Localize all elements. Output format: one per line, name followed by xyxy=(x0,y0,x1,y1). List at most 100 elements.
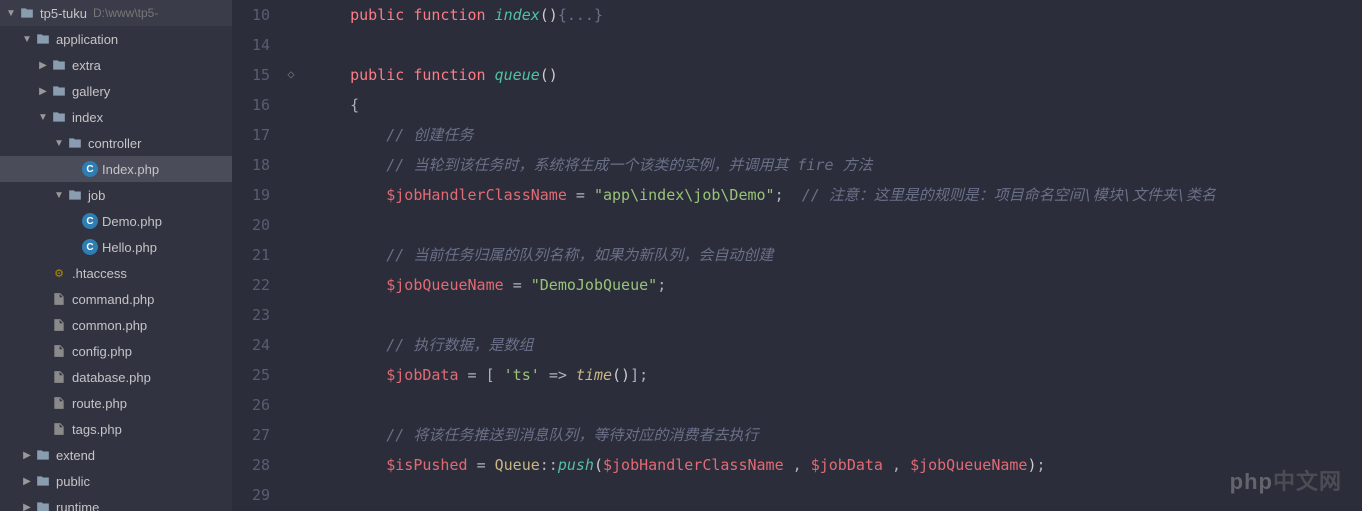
code-line[interactable]: // 将该任务推送到消息队列，等待对应的消费者去执行 xyxy=(314,420,1362,450)
folder-icon xyxy=(66,186,84,204)
code-line[interactable]: // 执行数据，是数组 xyxy=(314,330,1362,360)
chevron-down-icon[interactable] xyxy=(4,8,18,19)
tree-item-Hello-php[interactable]: C Hello.php xyxy=(0,234,232,260)
tree-item-gallery[interactable]: gallery xyxy=(0,78,232,104)
code-line[interactable]: public function queue() xyxy=(314,60,1362,90)
php-class-icon: C xyxy=(82,213,98,229)
tree-item-controller[interactable]: controller xyxy=(0,130,232,156)
file-icon xyxy=(50,316,68,334)
tree-root-path: D:\www\tp5- xyxy=(93,6,158,20)
tree-item-command-php[interactable]: command.php xyxy=(0,286,232,312)
tree-item-application[interactable]: application xyxy=(0,26,232,52)
line-number: 24 xyxy=(232,330,270,360)
tree-item-job[interactable]: job xyxy=(0,182,232,208)
tree-item-label: Index.php xyxy=(102,162,159,177)
tree-item-label: controller xyxy=(88,136,141,151)
folder-icon xyxy=(34,472,52,490)
tree-item-tags-php[interactable]: tags.php xyxy=(0,416,232,442)
folder-icon xyxy=(34,446,52,464)
gutter-marker xyxy=(282,0,300,30)
line-number: 21 xyxy=(232,240,270,270)
tree-item-extra[interactable]: extra xyxy=(0,52,232,78)
line-number: 22 xyxy=(232,270,270,300)
marker-column: ◇ xyxy=(282,0,300,511)
tree-item-index[interactable]: index xyxy=(0,104,232,130)
code-line[interactable] xyxy=(314,210,1362,240)
line-number: 15 xyxy=(232,60,270,90)
line-number: 20 xyxy=(232,210,270,240)
file-icon xyxy=(50,394,68,412)
chevron-right-icon[interactable] xyxy=(20,450,34,461)
code-line[interactable]: { xyxy=(314,90,1362,120)
gutter-marker xyxy=(282,420,300,450)
gutter-marker xyxy=(282,90,300,120)
chevron-down-icon[interactable] xyxy=(52,138,66,149)
tree-item-database-php[interactable]: database.php xyxy=(0,364,232,390)
code-line[interactable]: $jobHandlerClassName = "app\index\job\De… xyxy=(314,180,1362,210)
code-line[interactable] xyxy=(314,300,1362,330)
code-line[interactable] xyxy=(314,480,1362,510)
file-icon xyxy=(50,342,68,360)
tree-item-Demo-php[interactable]: CDemo.php xyxy=(0,208,232,234)
tree-item-route-php[interactable]: route.php xyxy=(0,390,232,416)
tree-item-label: common.php xyxy=(72,318,147,333)
chevron-down-icon[interactable] xyxy=(20,34,34,45)
gutter-marker xyxy=(282,330,300,360)
file-icon xyxy=(50,368,68,386)
chevron-down-icon[interactable] xyxy=(52,190,66,201)
code-line[interactable]: // 当轮到该任务时，系统将生成一个该类的实例，并调用其 fire 方法 xyxy=(314,150,1362,180)
folder-icon xyxy=(50,82,68,100)
tree-item-label: .htaccess xyxy=(72,266,127,281)
line-number: 14 xyxy=(232,30,270,60)
tree-item-runtime[interactable]: runtime xyxy=(0,494,232,511)
code-line[interactable]: $jobData = [ 'ts' => time()]; xyxy=(314,360,1362,390)
gutter-marker xyxy=(282,360,300,390)
chevron-right-icon[interactable] xyxy=(20,476,34,487)
tree-item-label: job xyxy=(88,188,105,203)
code-line[interactable]: $jobQueueName = "DemoJobQueue"; xyxy=(314,270,1362,300)
line-number: 23 xyxy=(232,300,270,330)
gutter-marker xyxy=(282,210,300,240)
tree-root-label: tp5-tuku xyxy=(40,6,87,21)
php-class-icon: C xyxy=(82,239,98,255)
line-number: 25 xyxy=(232,360,270,390)
line-number: 19 xyxy=(232,180,270,210)
chevron-down-icon[interactable] xyxy=(36,112,50,123)
tree-item-label: database.php xyxy=(72,370,151,385)
line-number: 17 xyxy=(232,120,270,150)
tree-root[interactable]: tp5-tuku D:\www\tp5- xyxy=(0,0,232,26)
folder-icon xyxy=(18,4,36,22)
code-line[interactable] xyxy=(314,30,1362,60)
code-area[interactable]: public function index(){...} public func… xyxy=(300,0,1362,511)
tree-item--htaccess[interactable]: ⚙.htaccess xyxy=(0,260,232,286)
folder-icon xyxy=(66,134,84,152)
line-gutter: 1014151617181920212223242526272829 xyxy=(232,0,282,511)
line-number: 18 xyxy=(232,150,270,180)
code-editor[interactable]: 1014151617181920212223242526272829 ◇ pub… xyxy=(232,0,1362,511)
gutter-marker xyxy=(282,390,300,420)
chevron-right-icon[interactable] xyxy=(20,502,34,511)
tree-item-label: Hello.php xyxy=(102,240,157,255)
gutter-marker xyxy=(282,150,300,180)
tree-item-config-php[interactable]: config.php xyxy=(0,338,232,364)
gutter-marker xyxy=(282,270,300,300)
tree-item-label: route.php xyxy=(72,396,127,411)
tree-item-Index-php[interactable]: C Index.php xyxy=(0,156,232,182)
code-line[interactable]: // 当前任务归属的队列名称，如果为新队列，会自动创建 xyxy=(314,240,1362,270)
folder-icon xyxy=(34,30,52,48)
chevron-right-icon[interactable] xyxy=(36,86,50,97)
php-class-icon: C xyxy=(82,161,98,177)
tree-item-label: runtime xyxy=(56,500,99,511)
code-line[interactable] xyxy=(314,390,1362,420)
code-line[interactable]: // 创建任务 xyxy=(314,120,1362,150)
chevron-right-icon[interactable] xyxy=(36,60,50,71)
tree-item-common-php[interactable]: common.php xyxy=(0,312,232,338)
code-line[interactable]: $isPushed = Queue::push($jobHandlerClass… xyxy=(314,450,1362,480)
tree-item-extend[interactable]: extend xyxy=(0,442,232,468)
tree-item-public[interactable]: public xyxy=(0,468,232,494)
code-line[interactable]: public function index(){...} xyxy=(314,0,1362,30)
line-number: 10 xyxy=(232,0,270,30)
file-icon xyxy=(50,290,68,308)
tree-item-label: command.php xyxy=(72,292,154,307)
tree-item-label: gallery xyxy=(72,84,110,99)
